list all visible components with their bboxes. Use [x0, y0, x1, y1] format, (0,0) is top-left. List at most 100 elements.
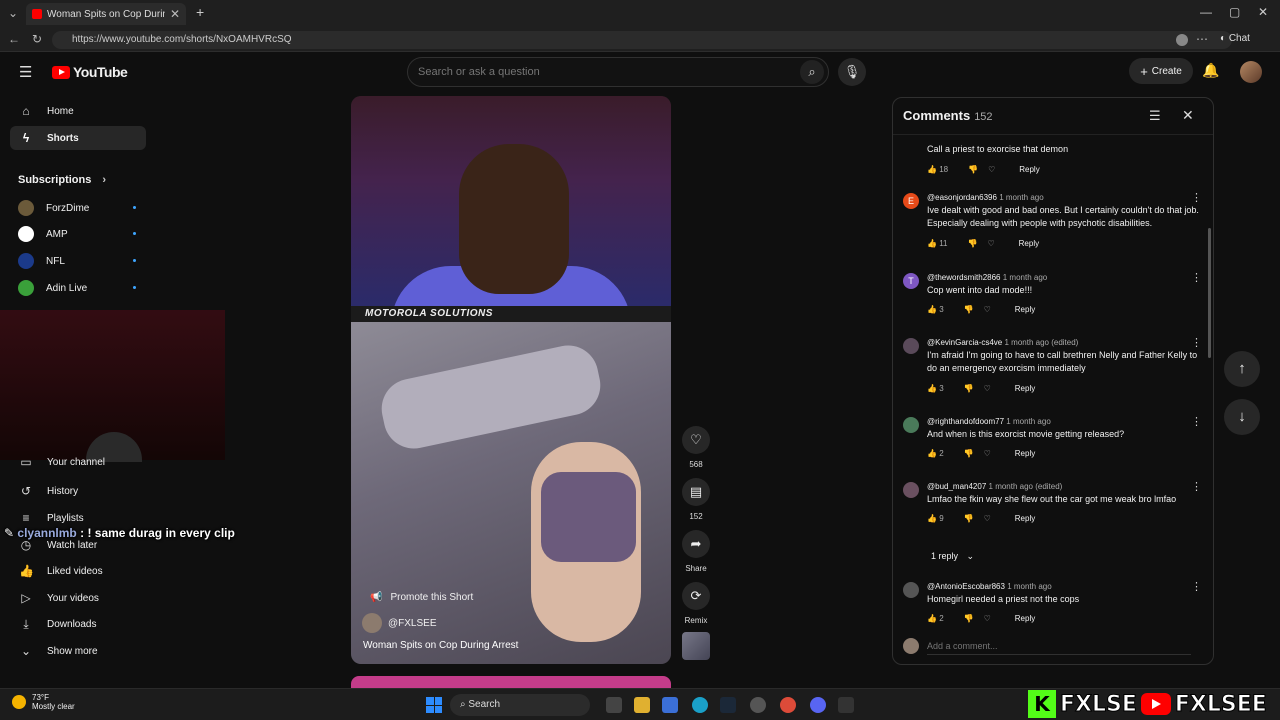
windows-start-icon[interactable]: [426, 697, 442, 713]
commenter-handle[interactable]: @easonjordan6396: [927, 193, 997, 202]
commenter-avatar[interactable]: T: [903, 273, 919, 289]
discord-icon[interactable]: [810, 697, 826, 713]
search-icon[interactable]: ⌕: [800, 60, 824, 84]
obs-icon[interactable]: [838, 697, 854, 713]
thumbs-up-icon[interactable]: 👍 2: [927, 614, 954, 623]
more-options-icon[interactable]: ⋮: [1191, 415, 1202, 428]
weather-widget[interactable]: 73°F Mostly clear: [12, 693, 75, 711]
profile-icon[interactable]: [1176, 34, 1188, 46]
previous-short-arrow-icon[interactable]: ↑: [1224, 351, 1260, 387]
comments-scrollbar[interactable]: [1208, 228, 1211, 358]
search-input[interactable]: [418, 58, 788, 86]
thumbs-up-icon[interactable]: 👍 2: [927, 449, 954, 458]
add-comment-input[interactable]: [927, 637, 1191, 655]
store-icon[interactable]: [662, 697, 678, 713]
reply-button[interactable]: Reply: [1015, 449, 1035, 458]
thumbs-down-icon[interactable]: 👎: [964, 305, 974, 314]
commenter-avatar[interactable]: [903, 582, 919, 598]
youtube-logo[interactable]: YouTube: [52, 64, 128, 80]
window-close-icon[interactable]: ✕: [1258, 5, 1268, 19]
commenter-handle[interactable]: @bud_man4207: [927, 482, 986, 491]
thumbs-up-icon[interactable]: 👍 9: [927, 514, 954, 523]
like-button[interactable]: ♡ 568: [682, 426, 710, 469]
sound-thumbnail[interactable]: [682, 632, 710, 660]
commenter-handle[interactable]: @KevinGarcia-cs4ve: [927, 338, 1002, 347]
steam-icon[interactable]: [720, 697, 736, 713]
commenter-handle[interactable]: @AntonioEscobar863: [927, 582, 1005, 591]
thumbs-up-icon[interactable]: 👍 3: [927, 384, 954, 393]
notifications-bell-icon[interactable]: 🔔: [1202, 62, 1219, 79]
subscription-item-nfl[interactable]: NFL: [18, 249, 138, 273]
minimize-icon[interactable]: —: [1200, 5, 1212, 19]
chrome-icon[interactable]: [780, 697, 796, 713]
commenter-avatar[interactable]: [903, 482, 919, 498]
promote-short-button[interactable]: 📢 Promote this Short: [364, 588, 482, 606]
more-icon[interactable]: ⋯: [1196, 32, 1208, 46]
sort-icon[interactable]: ☰: [1149, 108, 1161, 124]
more-options-icon[interactable]: ⋮: [1191, 191, 1202, 204]
copilot-chat-button[interactable]: ◐ Chat: [1220, 33, 1250, 44]
reload-icon[interactable]: ↻: [32, 32, 42, 46]
file-explorer-icon[interactable]: [634, 697, 650, 713]
more-options-icon[interactable]: ⋮: [1191, 480, 1202, 493]
heart-icon[interactable]: ♡: [984, 614, 991, 623]
subscription-item-adin-live[interactable]: Adin Live: [18, 276, 138, 300]
commenter-avatar[interactable]: [903, 417, 919, 433]
reply-button[interactable]: Reply: [1015, 614, 1035, 623]
thumbs-up-icon[interactable]: 👍 3: [927, 305, 954, 314]
browser-tab[interactable]: Woman Spits on Cop During ✕: [26, 3, 186, 25]
close-tab-icon[interactable]: ✕: [170, 7, 180, 21]
commenter-handle[interactable]: @righthandofdoom77: [927, 417, 1004, 426]
thumbs-down-icon[interactable]: 👎: [964, 449, 974, 458]
comment-list[interactable]: Call a priest to exorcise that demon 👍 1…: [893, 134, 1213, 628]
tab-menu-icon[interactable]: ⌄: [8, 6, 18, 20]
microphone-icon[interactable]: 🎙: [838, 58, 866, 86]
heart-icon[interactable]: ♡: [984, 514, 991, 523]
thumbs-down-icon[interactable]: 👎: [968, 239, 978, 248]
url-field[interactable]: https://www.youtube.com/shorts/NxOAMHVRc…: [52, 31, 1232, 49]
reply-button[interactable]: Reply: [1015, 305, 1035, 314]
back-icon[interactable]: ←: [8, 32, 20, 46]
reply-button[interactable]: Reply: [1019, 165, 1039, 174]
account-avatar[interactable]: [1240, 61, 1262, 83]
thumbs-down-icon[interactable]: 👎: [964, 614, 974, 623]
more-options-icon[interactable]: ⋮: [1191, 271, 1202, 284]
remix-button[interactable]: ⟳ Remix: [682, 582, 710, 625]
sidebar-item-shorts[interactable]: ϟ Shorts: [10, 126, 146, 150]
short-channel[interactable]: @FXLSEE: [362, 613, 437, 633]
sidebar-item-history[interactable]: ↺ History: [10, 479, 146, 503]
subscription-item-forzdime[interactable]: ForzDime: [18, 196, 138, 220]
subscription-item-amp[interactable]: AMP: [18, 222, 138, 246]
thumbs-up-icon[interactable]: 👍 11: [927, 239, 958, 248]
sidebar-item-home[interactable]: ⌂ Home: [10, 99, 146, 123]
thumbs-down-icon[interactable]: 👎: [964, 384, 974, 393]
sidebar-item-show-more[interactable]: ⌄ Show more: [10, 639, 146, 663]
sidebar-item-downloads[interactable]: ⤓ Downloads: [10, 612, 146, 636]
app-icon[interactable]: [750, 697, 766, 713]
short-video-player[interactable]: MOTOROLA SOLUTIONS: [351, 96, 671, 664]
commenter-avatar[interactable]: E: [903, 193, 919, 209]
reply-button[interactable]: Reply: [1015, 384, 1035, 393]
next-short-preview[interactable]: [351, 676, 671, 688]
thumbs-up-icon[interactable]: 👍 18: [927, 165, 958, 174]
sidebar-item-your-channel[interactable]: ▭ Your channel: [10, 454, 146, 470]
task-view-icon[interactable]: [606, 697, 622, 713]
thumbs-down-icon[interactable]: 👎: [968, 165, 978, 174]
comments-button[interactable]: ▤ 152: [682, 478, 710, 521]
next-short-arrow-icon[interactable]: ↓: [1224, 399, 1260, 435]
reply-button[interactable]: Reply: [1019, 239, 1039, 248]
view-replies-button[interactable]: 1 reply ⌄: [931, 551, 974, 562]
commenter-handle[interactable]: @thewordsmith2866: [927, 273, 1001, 282]
reply-button[interactable]: Reply: [1015, 514, 1035, 523]
heart-icon[interactable]: ♡: [984, 305, 991, 314]
hamburger-menu-icon[interactable]: ☰: [19, 63, 32, 81]
edge-icon[interactable]: [692, 697, 708, 713]
sidebar-item-your-videos[interactable]: ▷ Your videos: [10, 586, 146, 610]
thumbs-down-icon[interactable]: 👎: [964, 514, 974, 523]
subscriptions-heading[interactable]: Subscriptions ›: [18, 174, 106, 186]
heart-icon[interactable]: ♡: [987, 239, 994, 248]
new-tab-icon[interactable]: +: [196, 4, 204, 20]
sidebar-item-liked-videos[interactable]: 👍 Liked videos: [10, 559, 146, 583]
create-button[interactable]: + Create: [1129, 58, 1193, 84]
heart-icon[interactable]: ♡: [984, 449, 991, 458]
